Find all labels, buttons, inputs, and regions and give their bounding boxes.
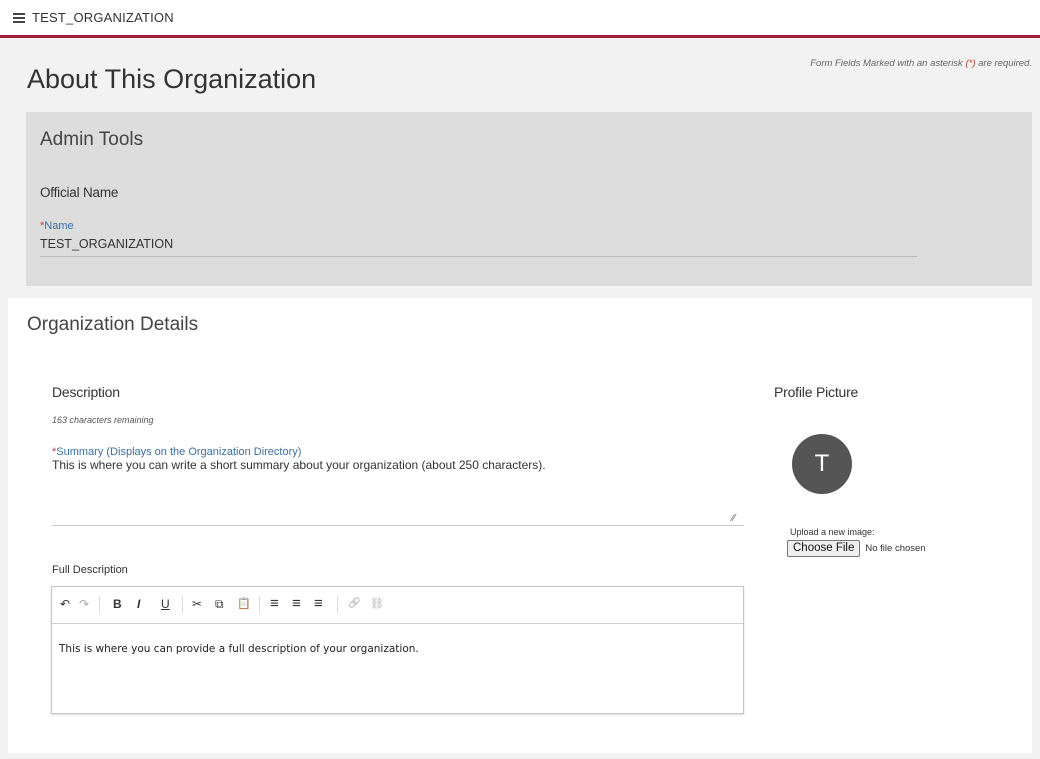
header-org-name: TEST_ORGANIZATION <box>32 10 174 25</box>
link-icon[interactable]: 🔗 <box>348 597 360 611</box>
summary-textarea[interactable]: This is where you can write a short summ… <box>52 458 744 526</box>
resize-grip-icon[interactable]: ⁄⁄ <box>732 513 735 524</box>
redo-icon[interactable]: ↷ <box>79 597 89 611</box>
summary-label: *Summary (Displays on the Organization D… <box>52 446 301 458</box>
required-note-prefix: Form Fields Marked with an asterisk <box>810 58 966 69</box>
unlink-icon[interactable]: ⛓ <box>370 597 384 611</box>
cut-icon[interactable]: ✂ <box>192 597 202 611</box>
toolbar-separator <box>182 596 183 613</box>
align-center-icon[interactable]: ≡ <box>292 596 301 611</box>
align-right-icon[interactable]: ≡ <box>314 596 323 611</box>
characters-remaining: 163 characters remaining <box>52 415 154 425</box>
name-input[interactable] <box>40 232 917 257</box>
full-description-content[interactable]: This is where you can provide a full des… <box>59 643 419 655</box>
italic-button[interactable]: I <box>137 597 140 611</box>
menu-icon[interactable] <box>13 13 25 23</box>
top-bar: TEST_ORGANIZATION <box>0 0 1040 38</box>
editor-toolbar: ↶ ↷ B I U ✂ ⧉ 📋 ≡ ≡ ≡ 🔗 ⛓ <box>52 587 743 624</box>
required-note-suffix: are required. <box>975 58 1032 69</box>
organization-details-panel: Organization Details Description 163 cha… <box>8 298 1032 753</box>
file-status-text: No file chosen <box>865 542 926 554</box>
name-label: *Name <box>40 220 74 232</box>
copy-icon[interactable]: ⧉ <box>215 597 224 611</box>
align-left-icon[interactable]: ≡ <box>270 596 279 611</box>
full-description-editor[interactable]: ↶ ↷ B I U ✂ ⧉ 📋 ≡ ≡ ≡ 🔗 ⛓ This is where … <box>51 586 744 714</box>
toolbar-separator <box>337 596 338 613</box>
name-label-text: Name <box>44 220 74 232</box>
toolbar-separator <box>259 596 260 613</box>
admin-tools-panel: Admin Tools Official Name *Name <box>26 112 1032 286</box>
undo-icon[interactable]: ↶ <box>60 597 70 611</box>
avatar: T <box>792 434 852 494</box>
bold-button[interactable]: B <box>113 597 122 611</box>
organization-details-title: Organization Details <box>27 314 199 335</box>
toolbar-separator <box>99 596 100 613</box>
official-name-heading: Official Name <box>40 185 119 200</box>
admin-tools-title: Admin Tools <box>40 129 144 150</box>
page-title: About This Organization <box>27 64 317 94</box>
description-heading: Description <box>52 384 120 400</box>
required-fields-note: Form Fields Marked with an asterisk (*) … <box>810 58 1032 69</box>
upload-image-label: Upload a new image: <box>790 527 875 537</box>
file-upload-row: Choose File No file chosen <box>787 539 926 557</box>
paste-icon[interactable]: 📋 <box>237 597 251 611</box>
underline-button[interactable]: U <box>161 597 170 611</box>
full-description-label: Full Description <box>52 564 128 576</box>
summary-label-text: Summary (Displays on the Organization Di… <box>56 446 302 458</box>
profile-picture-heading: Profile Picture <box>774 384 859 400</box>
required-note-mark: (*) <box>965 58 976 69</box>
choose-file-button[interactable]: Choose File <box>787 539 861 557</box>
